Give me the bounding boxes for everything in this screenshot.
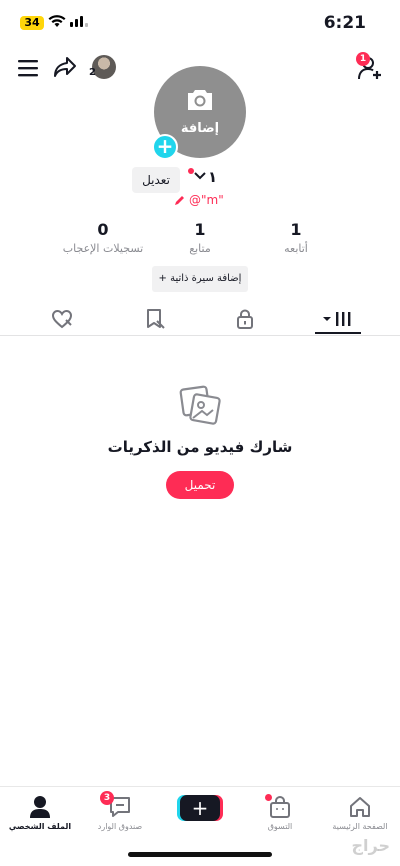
stat-label: أتابعه [284,242,308,255]
stat-value: 1 [194,220,206,239]
photos-icon [179,385,221,425]
empty-state-title: شارك فيديو من الذكريات [107,438,293,456]
tab-repost[interactable] [137,306,173,332]
stat-label: تسجيلات الإعجاب [62,242,144,255]
home-indicator [128,852,272,857]
handle-text: @"m" [189,193,224,207]
stat-likes[interactable]: 0 تسجيلات الإعجاب [48,220,158,255]
nav-label: التسوق [267,822,293,831]
stat-value: 0 [97,220,109,239]
edit-profile-button[interactable]: تعديل [132,167,180,193]
repost-icon [147,309,165,329]
inbox-badge: 3 [100,791,114,805]
nav-home[interactable]: الصفحة الرئيسية [320,793,400,831]
clock: 6:21 [323,13,366,33]
shop-dot [265,794,272,801]
notification-badge: 1 [356,52,370,66]
add-avatar-plus-icon[interactable]: + [152,134,178,160]
upload-button[interactable]: تحميل [166,471,234,499]
nav-profile[interactable]: الملف الشخصي [0,793,80,831]
shopping-bag-icon [270,795,290,818]
person-icon [30,796,50,818]
nav-label: صندوق الوارد [97,822,143,831]
tab-liked[interactable] [44,306,80,332]
liked-heart-icon [51,309,73,329]
nav-label: الملف الشخصي [8,822,72,831]
battery-indicator: 34 [20,16,44,30]
home-icon [350,797,370,817]
stat-followers[interactable]: 1 متابع [145,220,255,255]
visitor-count: 2 [89,67,96,78]
active-tab-indicator [315,332,361,334]
profile-name[interactable]: ١ [208,168,217,186]
stat-following[interactable]: 1 أتابعه [241,220,351,255]
nav-label: الصفحة الرئيسية [332,822,388,831]
camera-icon [188,90,212,110]
videos-grid-icon [323,312,351,326]
profile-handle[interactable]: @"m" [174,193,224,207]
watermark: حراج [351,836,391,855]
stat-label: متابع [189,242,211,255]
pencil-icon [175,195,184,205]
signal-icon [70,16,88,27]
status-bar: 34 6:21 [0,0,400,46]
chevron-down-icon[interactable] [194,172,206,180]
profile-tabs [0,302,400,336]
share-icon[interactable] [52,54,78,80]
add-bio-button[interactable]: + إضافة سيرة ذاتية [152,266,248,292]
wifi-icon [48,15,66,27]
lock-icon [237,309,253,329]
menu-icon[interactable] [16,56,40,80]
tab-videos[interactable] [320,306,356,332]
stat-value: 1 [290,220,302,239]
nav-inbox[interactable]: صندوق الوارد 3 [80,791,160,831]
nav-shop[interactable]: التسوق [240,793,320,831]
plus-icon: + [180,795,220,821]
tab-private[interactable] [227,306,263,332]
nav-create[interactable]: + [160,793,240,821]
